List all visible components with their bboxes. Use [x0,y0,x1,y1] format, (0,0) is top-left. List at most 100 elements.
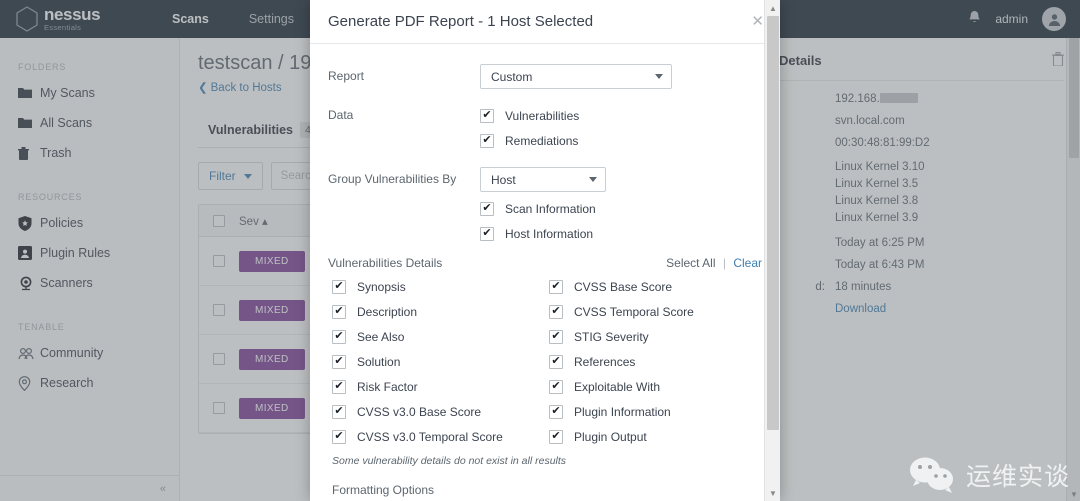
checkbox-label: Description [357,304,418,319]
check-icon: ✔ [334,305,344,317]
checkbox-risk-factor[interactable]: ✔ Risk Factor [328,374,545,399]
check-icon: ✔ [482,202,492,214]
checkbox-label: Scan Information [505,201,596,216]
checkbox-box[interactable]: ✔ [332,329,346,344]
checkbox-box[interactable]: ✔ [549,329,563,344]
field-group-vulnerabilities-by: Group Vulnerabilities By Host [328,167,762,192]
field-label-data: Data [328,108,354,122]
checkbox-cvss-base-score[interactable]: ✔ CVSS Base Score [545,274,762,299]
check-icon: ✔ [551,330,561,342]
select-all-link[interactable]: Select All [666,256,715,270]
checkbox-box[interactable]: ✔ [332,429,346,444]
checkbox-box[interactable]: ✔ [549,354,563,369]
dialog-title: Generate PDF Report - 1 Host Selected [328,13,594,30]
report-type-value: Custom [491,69,533,84]
report-type-select[interactable]: Custom [480,64,672,89]
checkbox-cvss-temporal-score[interactable]: ✔ CVSS Temporal Score [545,299,762,324]
check-icon: ✔ [551,405,561,417]
formatting-options-title: Formatting Options [332,483,435,497]
vulnerabilities-details-columns: ✔ Synopsis ✔ Description ✔ See Also ✔ So… [328,274,762,449]
wechat-watermark: 运维实谈 [908,455,1070,495]
checkbox-box[interactable]: ✔ [549,304,563,319]
checkbox-label: Exploitable With [574,379,661,394]
check-icon: ✔ [334,330,344,342]
separator: | [722,256,726,270]
checkbox-box[interactable]: ✔ [480,133,494,148]
checkbox-exploitable-with[interactable]: ✔ Exploitable With [545,374,762,399]
app-root: FOLDERS My Scans All Scans Trash RESOURC [0,0,1080,501]
scroll-up-arrow-icon[interactable]: ▲ [765,0,781,16]
check-icon: ✔ [334,280,344,292]
scrollbar-thumb[interactable] [767,16,779,430]
checkbox-box[interactable]: ✔ [549,429,563,444]
check-icon: ✔ [551,280,561,292]
check-icon: ✔ [551,430,561,442]
checkbox-box[interactable]: ✔ [332,279,346,294]
check-icon: ✔ [482,134,492,146]
checkbox-vulnerabilities[interactable]: ✔ Vulnerabilities [480,103,762,128]
check-icon: ✔ [551,380,561,392]
checkbox-references[interactable]: ✔ References [545,349,762,374]
checkbox-label: Host Information [505,226,594,241]
dialog-header: Generate PDF Report - 1 Host Selected ✕ [310,0,780,44]
checkbox-box[interactable]: ✔ [480,201,494,216]
checkbox-plugin-output[interactable]: ✔ Plugin Output [545,424,762,449]
checkbox-label: Remediations [505,133,579,148]
checkbox-label: Solution [357,354,401,369]
checkbox-box[interactable]: ✔ [549,379,563,394]
vuln-details-right-column: ✔ CVSS Base Score ✔ CVSS Temporal Score … [545,274,762,449]
check-icon: ✔ [334,380,344,392]
clear-link[interactable]: Clear [733,256,762,270]
checkbox-label: Risk Factor [357,379,418,394]
checkbox-box[interactable]: ✔ [332,354,346,369]
section-actions: Select All | Clear [666,256,762,270]
section-title: Vulnerabilities Details [328,256,443,270]
checkbox-label: CVSS v3.0 Base Score [357,404,482,419]
checkbox-solution[interactable]: ✔ Solution [328,349,545,374]
field-report: Report Custom [328,64,762,89]
chevron-down-icon [589,177,597,182]
check-icon: ✔ [551,305,561,317]
checkbox-see-also[interactable]: ✔ See Also [328,324,545,349]
check-icon: ✔ [482,109,492,121]
chevron-down-icon [655,74,663,79]
field-data: Data ✔ Vulnerabilities ✔ Remediations [328,103,762,153]
checkbox-host-information[interactable]: ✔ Host Information [480,221,762,246]
checkbox-cvss-v3-temporal-score[interactable]: ✔ CVSS v3.0 Temporal Score [328,424,545,449]
checkbox-synopsis[interactable]: ✔ Synopsis [328,274,545,299]
scroll-down-arrow-icon[interactable]: ▼ [765,485,781,501]
checkbox-label: Plugin Information [574,404,671,419]
group-by-select[interactable]: Host [480,167,606,192]
watermark-text: 运维实谈 [965,463,1070,491]
checkbox-box[interactable]: ✔ [332,379,346,394]
check-icon: ✔ [482,227,492,239]
checkbox-box[interactable]: ✔ [332,404,346,419]
field-label-report: Report [328,69,365,83]
checkbox-label: References [574,354,636,369]
checkbox-box[interactable]: ✔ [480,226,494,241]
close-icon[interactable]: ✕ [751,14,764,29]
checkbox-box[interactable]: ✔ [549,404,563,419]
checkbox-box[interactable]: ✔ [480,108,494,123]
checkbox-box[interactable]: ✔ [332,304,346,319]
checkbox-plugin-information[interactable]: ✔ Plugin Information [545,399,762,424]
vulnerabilities-details-header: Vulnerabilities Details Select All | Cle… [328,256,762,270]
group-by-options: ✔ Scan Information ✔ Host Information [328,196,762,246]
dialog-body: Report Custom Data ✔ Vulnerabilities ✔ R… [310,44,780,501]
checkbox-scan-information[interactable]: ✔ Scan Information [480,196,762,221]
vuln-details-left-column: ✔ Synopsis ✔ Description ✔ See Also ✔ So… [328,274,545,449]
checkbox-description[interactable]: ✔ Description [328,299,545,324]
checkbox-label: CVSS Base Score [574,279,673,294]
check-icon: ✔ [334,430,344,442]
checkbox-label: Vulnerabilities [505,108,580,123]
checkbox-stig-severity[interactable]: ✔ STIG Severity [545,324,762,349]
checkbox-remediations[interactable]: ✔ Remediations [480,128,762,153]
field-label-group-by: Group Vulnerabilities By [328,172,457,186]
vulnerability-details-note: Some vulnerability details do not exist … [332,455,567,467]
check-icon: ✔ [334,355,344,367]
dialog-scrollbar[interactable]: ▲ ▼ [764,0,780,501]
generate-pdf-report-dialog: Generate PDF Report - 1 Host Selected ✕ … [310,0,780,501]
checkbox-cvss-v3-base-score[interactable]: ✔ CVSS v3.0 Base Score [328,399,545,424]
checkbox-box[interactable]: ✔ [549,279,563,294]
checkbox-label: Plugin Output [574,429,647,444]
